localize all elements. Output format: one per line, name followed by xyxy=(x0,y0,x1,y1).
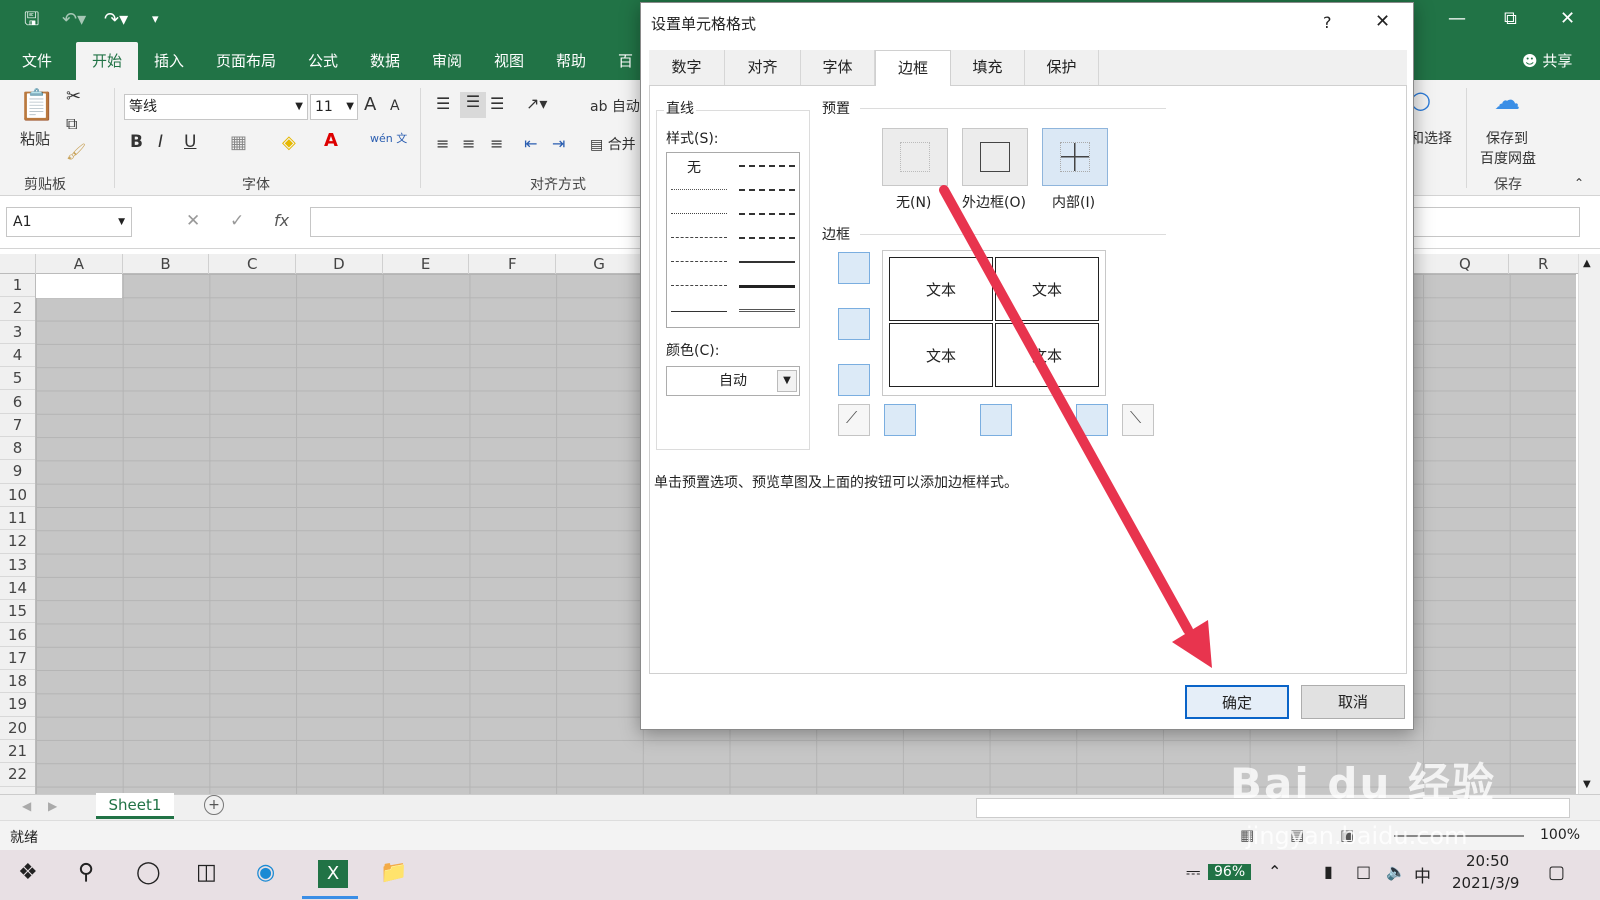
excel-window: 🖫 ↶▾ ↷▾ ▾ — ⧉ ✕ 文件 开始 插入 页面布局 公式 数据 审阅 视… xyxy=(0,0,1600,900)
watermark-url: jingyan.baidu.com xyxy=(1246,822,1468,850)
arrow-shaft xyxy=(939,185,1193,635)
watermark-logo: Bai du 经验 xyxy=(1230,759,1496,808)
